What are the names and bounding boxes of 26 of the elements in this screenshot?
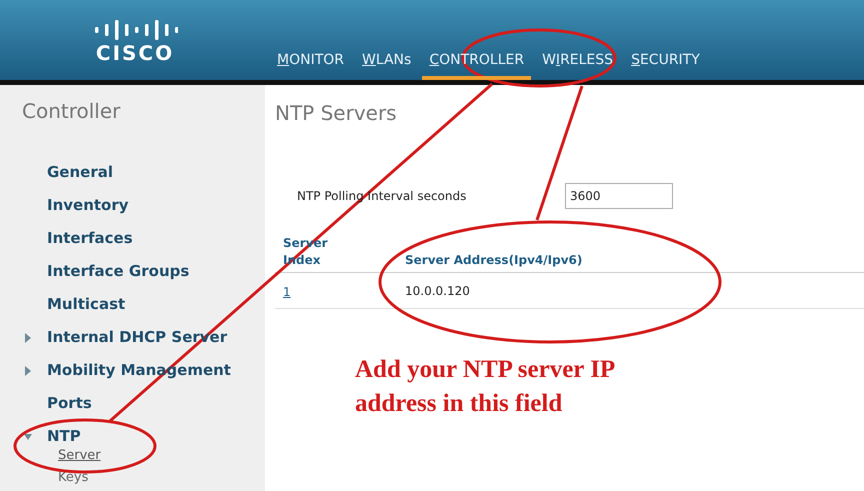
sidebar-link[interactable]: NTP bbox=[47, 425, 81, 448]
sidebar-link[interactable]: Ports bbox=[47, 392, 92, 415]
sidebar-link[interactable]: Interface Groups bbox=[47, 260, 190, 283]
table-cell-text: 10.0.0.120 bbox=[405, 282, 470, 300]
annotation-text: Add your NTP server IP address in this field bbox=[355, 355, 616, 419]
caret-icon bbox=[24, 332, 32, 342]
caret-icon bbox=[24, 366, 32, 376]
index-link[interactable]: 1 bbox=[283, 284, 291, 298]
sidebar-link[interactable]: General bbox=[47, 161, 113, 184]
caret-icon bbox=[24, 432, 32, 442]
sidebar-link[interactable]: Inventory bbox=[47, 194, 129, 217]
logo-bars-icon bbox=[92, 19, 178, 41]
sidebar-sublink[interactable]: Server bbox=[58, 445, 265, 467]
logo-wordmark: CISCO bbox=[96, 41, 174, 65]
menu-tab[interactable]: MONITOR bbox=[270, 48, 352, 72]
menu-tab[interactable]: WIRELESS bbox=[535, 48, 620, 72]
sidebar-link[interactable]: Multicast bbox=[47, 293, 126, 316]
menu-tab[interactable]: WLANs bbox=[355, 48, 418, 72]
field-label: NTP Polling Interval seconds bbox=[297, 188, 468, 205]
sidebar-sublink[interactable]: Keys bbox=[58, 467, 265, 489]
polling-interval-field[interactable]: 3600 bbox=[565, 183, 673, 209]
sidebar-title: Controller bbox=[22, 98, 122, 125]
page-title: NTP Servers bbox=[275, 100, 398, 127]
menu-tab[interactable]: SECURITY bbox=[624, 48, 707, 72]
column-header: Server Address(Ipv4/Ipv6) bbox=[405, 252, 582, 269]
sidebar-link[interactable]: Interfaces bbox=[47, 227, 133, 250]
